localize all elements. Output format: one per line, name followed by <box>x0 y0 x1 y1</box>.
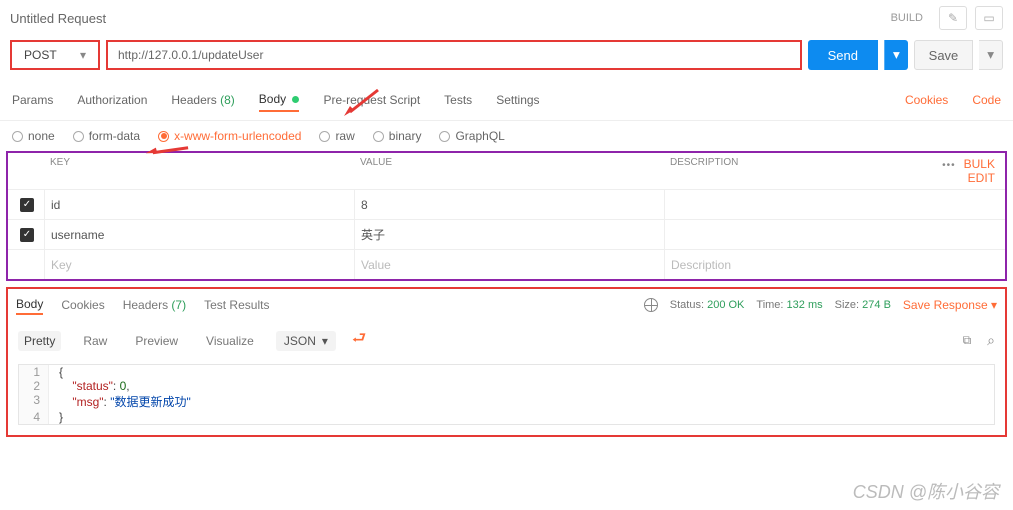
bulk-edit-link[interactable]: Bulk Edit <box>964 157 995 185</box>
tab-headers[interactable]: Headers (8) <box>171 89 234 111</box>
radio-none[interactable]: none <box>12 129 55 143</box>
cookies-link[interactable]: Cookies <box>905 93 948 107</box>
radio-urlencoded[interactable]: x-www-form-urlencoded <box>158 129 301 143</box>
globe-icon[interactable] <box>644 298 658 312</box>
checkbox-icon[interactable]: ✓ <box>20 198 34 212</box>
chevron-down-icon: ▾ <box>322 334 328 348</box>
save-button[interactable]: Save <box>914 40 974 70</box>
resp-tab-tests[interactable]: Test Results <box>204 296 269 314</box>
tab-settings[interactable]: Settings <box>496 89 539 111</box>
more-icon[interactable]: ••• <box>942 160 956 171</box>
resp-tab-body[interactable]: Body <box>16 295 43 315</box>
resp-tab-headers[interactable]: Headers (7) <box>123 296 186 314</box>
method-select[interactable]: POST ▾ <box>10 40 100 70</box>
send-dropdown[interactable]: ▾ <box>884 40 908 70</box>
format-select[interactable]: JSON ▾ <box>276 331 336 351</box>
wrap-icon[interactable]: ⮐ <box>352 327 366 354</box>
radio-raw[interactable]: raw <box>319 129 354 143</box>
view-visualize[interactable]: Visualize <box>200 331 260 351</box>
col-key: KEY <box>44 157 354 185</box>
url-input[interactable] <box>106 40 802 70</box>
response-body[interactable]: 1{ 2 "status": 0, 3 "msg": "数据更新成功" 4} <box>18 364 995 425</box>
edit-icon[interactable]: ✎ <box>939 6 967 30</box>
method-value: POST <box>24 48 57 62</box>
resp-tab-cookies[interactable]: Cookies <box>61 296 104 314</box>
tab-prerequest[interactable]: Pre-request Script <box>323 89 420 111</box>
request-title: Untitled Request <box>10 11 106 26</box>
save-dropdown[interactable]: ▾ <box>979 40 1003 70</box>
view-preview[interactable]: Preview <box>129 331 184 351</box>
tab-body[interactable]: Body <box>259 88 300 112</box>
status-label: Status: 200 OK <box>670 299 745 311</box>
radio-binary[interactable]: binary <box>373 129 422 143</box>
table-row[interactable]: ✓ username 英子 <box>8 219 1005 249</box>
table-row[interactable]: ✓ id 8 <box>8 189 1005 219</box>
table-row-new[interactable]: Key Value Description <box>8 249 1005 279</box>
dot-icon <box>292 96 299 103</box>
comment-icon[interactable]: ▭ <box>975 6 1003 30</box>
response-area: Body Cookies Headers (7) Test Results St… <box>6 287 1007 437</box>
radio-formdata[interactable]: form-data <box>73 129 140 143</box>
tab-authorization[interactable]: Authorization <box>77 89 147 111</box>
col-value: VALUE <box>354 157 664 185</box>
tab-tests[interactable]: Tests <box>444 89 472 111</box>
send-button[interactable]: Send <box>808 40 878 70</box>
chevron-down-icon: ▾ <box>80 48 86 62</box>
checkbox-icon[interactable]: ✓ <box>20 228 34 242</box>
view-pretty[interactable]: Pretty <box>18 331 61 351</box>
params-table: KEY VALUE DESCRIPTION ••• Bulk Edit ✓ id … <box>6 151 1007 281</box>
view-raw[interactable]: Raw <box>77 331 113 351</box>
size-label: Size: 274 B <box>835 299 891 311</box>
search-icon[interactable]: ⌕ <box>987 332 995 349</box>
save-response-button[interactable]: Save Response ▾ <box>903 298 997 312</box>
col-description: DESCRIPTION <box>664 157 925 185</box>
build-label: BUILD <box>891 12 923 24</box>
time-label: Time: 132 ms <box>756 299 822 311</box>
radio-graphql[interactable]: GraphQL <box>439 129 504 143</box>
tab-params[interactable]: Params <box>12 89 53 111</box>
watermark: CSDN @陈小谷容 <box>853 478 999 504</box>
code-link[interactable]: Code <box>972 93 1001 107</box>
copy-icon[interactable]: ⧉ <box>963 333 972 348</box>
